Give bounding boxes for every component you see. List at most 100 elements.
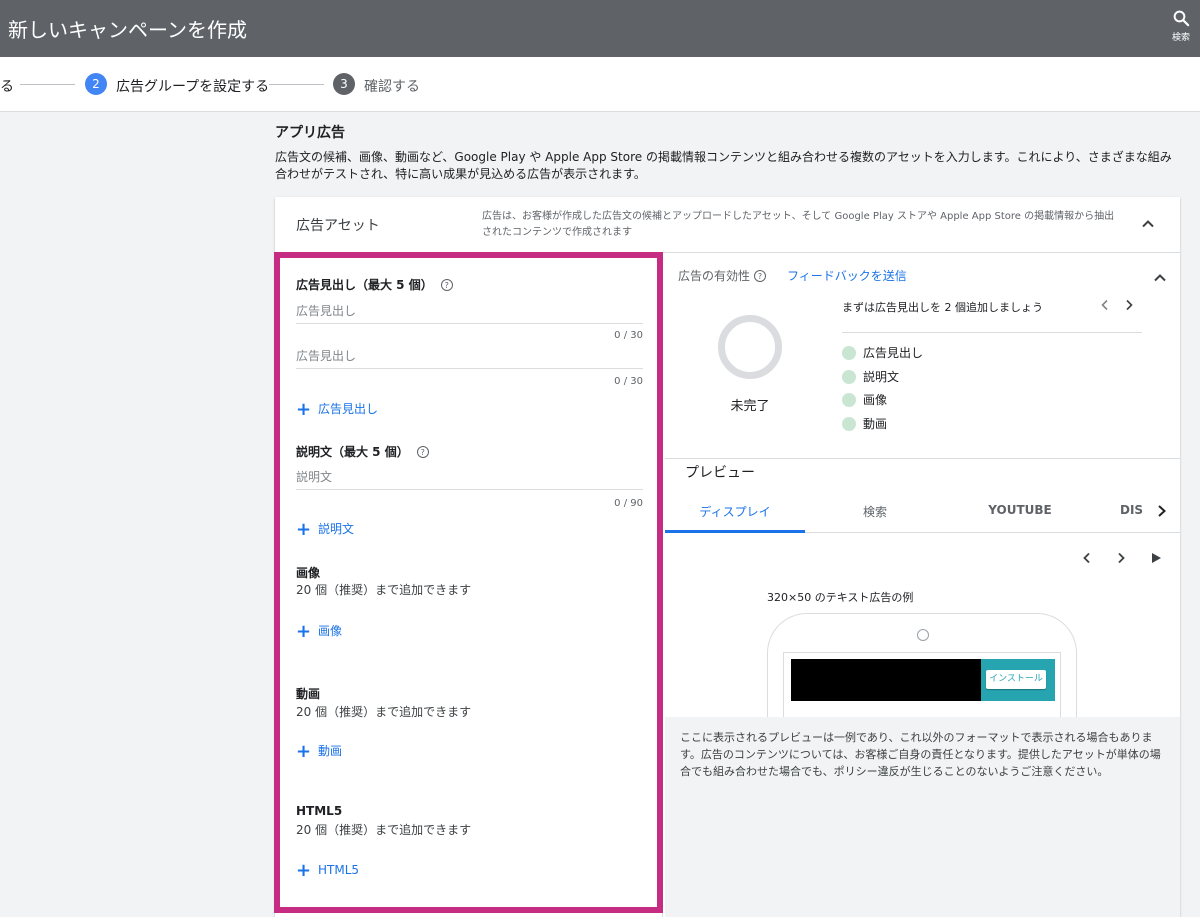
ad-strength-panel: 広告の有効性? フィードバックを送信 未完了 まずは広告見出しを 2 個追加しま… [665, 253, 1180, 459]
add-headline-label: 広告見出し [318, 402, 379, 416]
chevron-left-icon [1101, 299, 1108, 311]
tab-discover[interactable]: DIS [1120, 503, 1152, 517]
add-video-label: 動画 [318, 744, 343, 758]
campaign-stepper: る 2 広告グループを設定する 3 確認する [0, 57, 1200, 112]
phone-mockup: インストール [767, 613, 1077, 723]
strength-tip: まずは広告見出しを 2 個追加しましょう [842, 301, 1043, 314]
ad-assets-card: 広告アセット 広告は、お客様が作成した広告文の候補とアップロードしたアセット、そ… [275, 197, 1180, 917]
check-dot-icon [842, 393, 856, 407]
checklist-label: 説明文 [863, 370, 900, 384]
chevron-up-icon [1154, 274, 1166, 282]
videos-label: 動画 [296, 687, 321, 701]
preview-next-button[interactable] [1113, 550, 1129, 566]
install-button: インストール [986, 670, 1046, 689]
step-2-circle[interactable]: 2 [85, 73, 107, 95]
send-feedback-link[interactable]: フィードバックを送信 [787, 267, 907, 284]
tab-display[interactable]: ディスプレイ [665, 503, 805, 520]
ad-banner: インストール [791, 659, 1055, 701]
plus-icon: + [296, 399, 312, 420]
check-dot-icon [842, 346, 856, 360]
headlines-label-text: 広告見出し（最大 5 個） [296, 278, 433, 292]
add-image-label: 画像 [318, 624, 343, 638]
plus-icon: + [296, 621, 312, 642]
step-prev-label[interactable]: る [0, 76, 14, 96]
step-3-circle[interactable]: 3 [333, 73, 355, 95]
card-title: 広告アセット [296, 218, 380, 234]
chevron-left-icon [1083, 552, 1090, 564]
collapse-button[interactable] [1152, 270, 1168, 286]
strength-status: 未完了 [730, 399, 770, 414]
help-icon[interactable]: ? [754, 270, 767, 282]
preview-title: プレビュー [685, 465, 755, 481]
html5-label: HTML5 [296, 804, 343, 818]
headline-counter-2: 0 / 30 [614, 376, 643, 387]
disclaimer-area: ここに表示されるプレビューは一例であり、これ以外のフォーマットで表示される場合も… [665, 717, 1180, 917]
search-icon [1173, 10, 1190, 27]
headline-input-2[interactable] [296, 343, 643, 369]
description-input-1[interactable] [296, 464, 643, 490]
checklist-label: 広告見出し [863, 346, 924, 360]
add-video-button[interactable]: + 動画 [296, 741, 342, 762]
app-header: 新しいキャンペーンを作成 検索 [0, 0, 1200, 57]
step-connector [269, 84, 324, 85]
preview-prev-button[interactable] [1079, 550, 1095, 566]
page-title: 新しいキャンペーンを作成 [8, 18, 247, 42]
help-icon[interactable]: ? [440, 279, 453, 291]
search-button[interactable]: 検索 [1166, 9, 1196, 49]
images-label: 画像 [296, 566, 321, 580]
headlines-label: 広告見出し（最大 5 個）? [296, 276, 453, 293]
plus-icon: + [296, 860, 312, 881]
descriptions-label-text: 説明文（最大 5 個） [296, 445, 409, 459]
html5-hint: 20 個（推奨）まで追加できます [296, 823, 472, 837]
card-header[interactable]: 広告アセット 広告は、お客様が作成した広告文の候補とアップロードしたアセット、そ… [275, 197, 1180, 253]
card-description: 広告は、お客様が作成した広告文の候補とアップロードしたアセット、そして Goog… [482, 211, 1115, 238]
ad-strength-title: 広告の有効性? [678, 267, 767, 284]
tab-search[interactable]: 検索 [805, 503, 945, 520]
section-description: 広告文の候補、画像、動画など、Google Play や Apple App S… [275, 150, 1172, 181]
description-counter-1: 0 / 90 [614, 498, 643, 509]
step-2-label[interactable]: 広告グループを設定する [116, 76, 269, 96]
checklist-label: 動画 [863, 417, 888, 431]
checklist-label: 画像 [863, 393, 888, 407]
search-label: 検索 [1171, 33, 1190, 43]
preview-area: 320×50 のテキスト広告の例 インストール [665, 533, 1180, 723]
plus-icon: + [296, 741, 312, 762]
chevron-right-icon [1158, 505, 1166, 517]
strength-ring [718, 315, 782, 379]
add-html5-button[interactable]: + HTML5 [296, 860, 359, 881]
phone-screen: インストール [783, 652, 1061, 723]
help-icon[interactable]: ? [416, 446, 429, 458]
videos-hint: 20 個（推奨）まで追加できます [296, 705, 472, 719]
step-3-label[interactable]: 確認する [364, 76, 420, 96]
add-description-button[interactable]: + 説明文 [296, 519, 354, 540]
add-image-button[interactable]: + 画像 [296, 621, 342, 642]
headline-input-1[interactable] [296, 298, 643, 324]
asset-form: 広告見出し（最大 5 個）? 0 / 30 0 / 30 + 広告見出し 説明文（… [275, 253, 663, 917]
headline-counter-1: 0 / 30 [614, 330, 643, 341]
check-dot-icon [842, 417, 856, 431]
ad-cta-area: インストール [981, 659, 1055, 701]
phone-camera [917, 629, 929, 641]
chevron-up-icon [1142, 220, 1154, 228]
collapse-button[interactable] [1138, 214, 1158, 234]
tab-scroll-button[interactable] [1155, 503, 1169, 519]
descriptions-label: 説明文（最大 5 個）? [296, 443, 429, 460]
checklist-item: 動画 [842, 415, 887, 432]
tip-divider [842, 332, 1142, 333]
tab-youtube[interactable]: YOUTUBE [950, 503, 1090, 517]
check-dot-icon [842, 370, 856, 384]
preview-tabs: ディスプレイ 検索 YOUTUBE DIS [665, 489, 1180, 533]
preview-caption: 320×50 のテキスト広告の例 [767, 591, 914, 604]
add-headline-button[interactable]: + 広告見出し [296, 399, 378, 420]
tip-prev-button[interactable] [1097, 297, 1113, 313]
preview-disclaimer: ここに表示されるプレビューは一例であり、これ以外のフォーマットで表示される場合も… [680, 731, 1161, 778]
preview-play-button[interactable] [1148, 550, 1164, 566]
tip-next-button[interactable] [1121, 297, 1137, 313]
checklist-item: 広告見出し [842, 344, 923, 361]
checklist-item: 画像 [842, 391, 887, 408]
images-hint: 20 個（推奨）まで追加できます [296, 583, 472, 597]
play-icon [1152, 553, 1161, 563]
step-connector [20, 84, 75, 85]
chevron-right-icon [1126, 299, 1133, 311]
ad-strength-title-text: 広告の有効性 [678, 269, 751, 283]
